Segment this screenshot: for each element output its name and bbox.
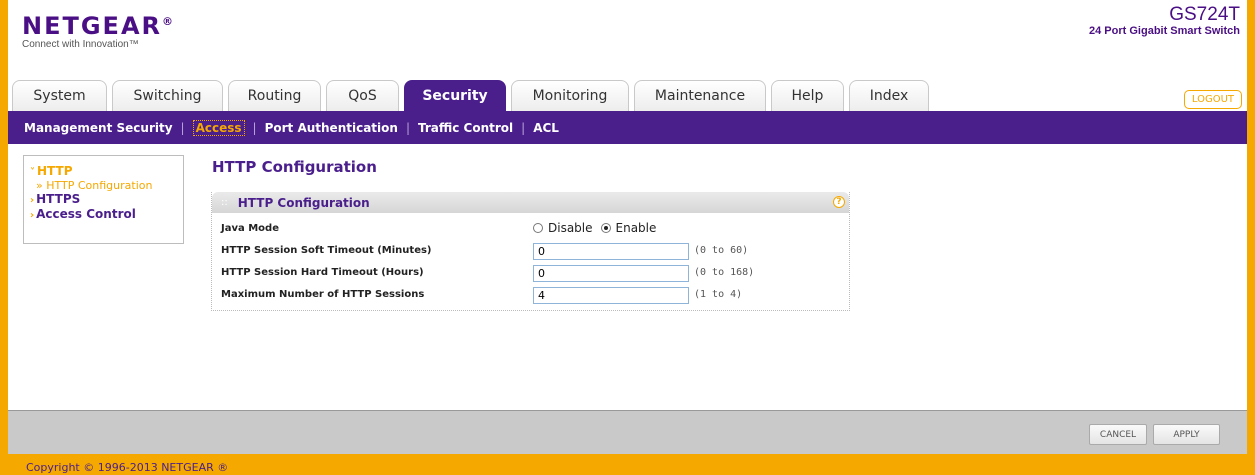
grip-icon: :: (221, 197, 228, 208)
logout-button[interactable]: LOGOUT (1183, 90, 1242, 109)
max-sessions-input[interactable] (533, 287, 689, 304)
subnav-management-security[interactable]: Management Security (24, 121, 173, 135)
logo: NETGEAR® Connect with Innovation™ (22, 12, 175, 50)
sidebar-item-http-configuration[interactable]: » HTTP Configuration (24, 179, 183, 192)
sub-navigation: Management Security | Access | Port Auth… (8, 111, 1247, 144)
logo-text: NETGEAR (22, 12, 162, 40)
cancel-button[interactable]: CANCEL (1089, 424, 1147, 445)
sidebar-item-label: HTTPS (36, 192, 81, 206)
soft-timeout-row: HTTP Session Soft Timeout (Minutes) (0 t… (212, 241, 849, 260)
hard-timeout-input[interactable] (533, 265, 689, 282)
max-sessions-range: (1 to 4) (694, 288, 743, 300)
java-mode-enable-label: Enable (615, 221, 657, 235)
sidebar-item-https[interactable]: › HTTPS (24, 192, 183, 207)
subnav-separator: | (405, 120, 410, 135)
sidebar-item-access-control[interactable]: › Access Control (24, 207, 183, 222)
chevron-down-icon: ˅ (30, 167, 35, 178)
java-mode-radio-group: Disable Enable (533, 221, 664, 235)
sidebar: ˅ HTTP » HTTP Configuration › HTTPS › Acces… (23, 155, 184, 244)
java-mode-row: Java Mode Disable Enable (212, 219, 849, 237)
hard-timeout-range: (0 to 168) (694, 266, 755, 278)
footer-bar: CANCEL APPLY (8, 410, 1247, 454)
max-sessions-row: Maximum Number of HTTP Sessions (1 to 4) (212, 285, 849, 304)
tab-switching[interactable]: Switching (112, 80, 223, 111)
subnav-access[interactable]: Access (192, 119, 245, 136)
tab-maintenance[interactable]: Maintenance (634, 80, 766, 111)
tagline: Connect with Innovation™ (22, 39, 139, 50)
subnav-separator: | (252, 120, 257, 135)
tab-security[interactable]: Security (404, 80, 506, 111)
copyright: Copyright © 1996-2013 NETGEAR ® (26, 461, 229, 474)
product-info: GS724T 24 Port Gigabit Smart Switch (1089, 4, 1240, 38)
hard-timeout-row: HTTP Session Hard Timeout (Hours) (0 to … (212, 263, 849, 282)
product-description: 24 Port Gigabit Smart Switch (1089, 25, 1240, 37)
subnav-separator: | (521, 120, 526, 135)
java-mode-disable-label: Disable (548, 221, 593, 235)
soft-timeout-input[interactable] (533, 243, 689, 260)
http-configuration-panel: :: HTTP Configuration ? Java Mode Disabl… (211, 192, 850, 311)
panel-header: :: HTTP Configuration ? (212, 192, 849, 213)
main-content: ˅ HTTP » HTTP Configuration › HTTPS › Acces… (8, 144, 1247, 410)
chevron-right-icon: › (30, 195, 35, 206)
java-mode-label: Java Mode (221, 222, 279, 234)
subnav-acl[interactable]: ACL (533, 121, 559, 135)
main-tabs: System Switching Routing QoS Security Mo… (12, 80, 934, 111)
tab-routing[interactable]: Routing (228, 80, 321, 111)
page-title: HTTP Configuration (212, 158, 377, 176)
java-mode-enable-radio[interactable] (600, 223, 611, 233)
soft-timeout-range: (0 to 60) (694, 244, 749, 256)
hard-timeout-label: HTTP Session Hard Timeout (Hours) (221, 266, 424, 278)
sidebar-item-label: Access Control (36, 207, 136, 221)
help-icon[interactable]: ? (833, 196, 845, 208)
subnav-port-authentication[interactable]: Port Authentication (265, 121, 398, 135)
tab-qos[interactable]: QoS (326, 80, 399, 111)
panel-title: HTTP Configuration (237, 195, 370, 210)
subnav-traffic-control[interactable]: Traffic Control (418, 121, 513, 135)
soft-timeout-label: HTTP Session Soft Timeout (Minutes) (221, 244, 432, 256)
apply-button[interactable]: APPLY (1153, 424, 1220, 445)
java-mode-disable-radio[interactable] (533, 223, 543, 233)
sidebar-item-http[interactable]: ˅ HTTP (24, 164, 183, 179)
tab-monitoring[interactable]: Monitoring (511, 80, 629, 111)
chevron-right-icon: › (30, 210, 35, 221)
tab-index[interactable]: Index (849, 80, 929, 111)
product-model: GS724T (1169, 4, 1240, 25)
max-sessions-label: Maximum Number of HTTP Sessions (221, 288, 425, 300)
sidebar-item-label: HTTP (37, 164, 73, 178)
tab-help[interactable]: Help (771, 80, 844, 111)
tab-system[interactable]: System (12, 80, 107, 111)
subnav-separator: | (180, 120, 185, 135)
logo-mark: ® (162, 15, 175, 28)
